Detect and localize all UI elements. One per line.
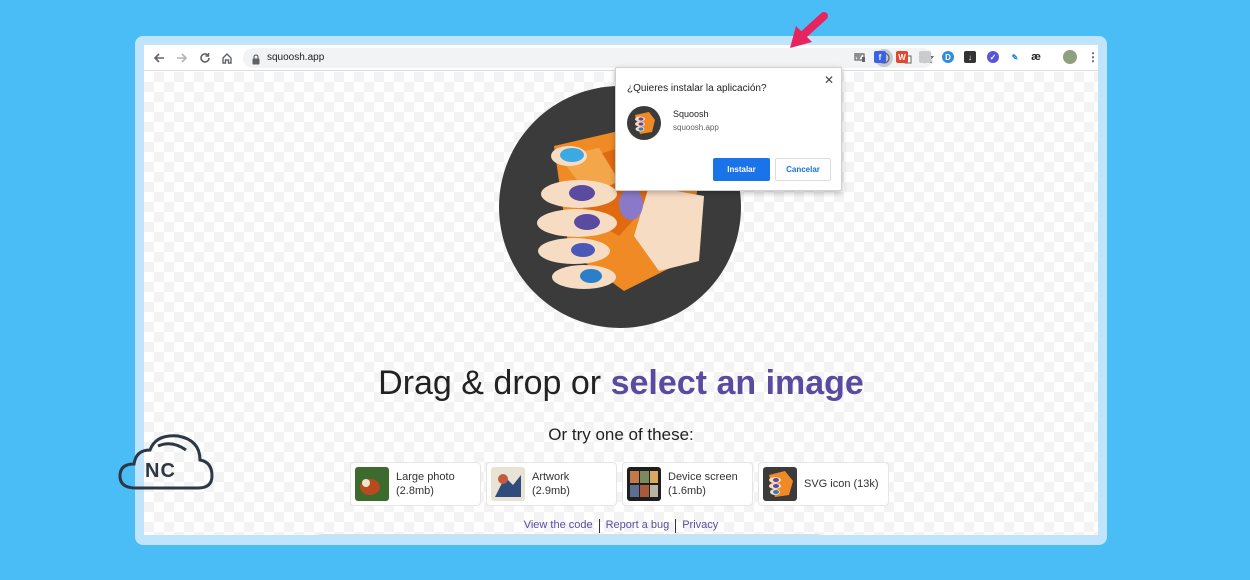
artwork-thumbnail xyxy=(491,467,525,501)
view-code-link[interactable]: View the code xyxy=(518,519,599,533)
install-app-dialog: ¿Quieres instalar la aplicación? ✕ Squoo… xyxy=(615,67,842,191)
sample-size: (2.8mb) xyxy=(396,485,434,497)
dialog-title: ¿Quieres instalar la aplicación? xyxy=(627,83,767,94)
device-screen-thumbnail xyxy=(627,467,661,501)
feather-extension-icon[interactable]: ✎ xyxy=(1009,51,1021,63)
extension-icon-5[interactable]: ↓ xyxy=(964,51,976,63)
sample-size: (2.9mb) xyxy=(532,485,570,497)
headline-text: Drag & drop or xyxy=(378,364,611,402)
vivaldi-extension-icon[interactable] xyxy=(852,51,864,63)
page-footer: View the code Report a bug Privacy xyxy=(144,519,1098,533)
sample-size: (1.6mb) xyxy=(668,485,706,497)
home-icon[interactable] xyxy=(219,50,235,66)
extension-icon-4[interactable]: D xyxy=(942,51,954,63)
back-icon[interactable] xyxy=(151,50,167,66)
nc-logo-text: NC xyxy=(145,460,176,482)
app-name: Squoosh xyxy=(673,109,709,119)
page-title: Drag & drop or select an image xyxy=(144,364,1098,403)
sample-device-screen[interactable]: Device screen (1.6mb) xyxy=(622,462,753,506)
sample-label: Device screen xyxy=(668,471,738,483)
svg-icon-thumbnail xyxy=(763,467,797,501)
avatar[interactable] xyxy=(1063,50,1077,64)
sample-label: Artwork xyxy=(532,471,570,483)
lock-icon xyxy=(252,52,260,70)
menu-kebab-icon[interactable]: ⋮ xyxy=(1087,50,1098,64)
sample-label: Large photo xyxy=(396,471,455,483)
pointer-arrow-icon xyxy=(790,12,828,48)
privacy-link[interactable]: Privacy xyxy=(676,519,724,533)
close-icon[interactable]: ✕ xyxy=(824,73,834,87)
sample-images: Large photo (2.8mb) Artwork (2.9mb) Device… xyxy=(350,462,889,506)
sample-large-photo[interactable]: Large photo (2.8mb) xyxy=(350,462,481,506)
cancel-button[interactable]: Cancelar xyxy=(775,158,831,181)
extension-icon-6[interactable]: ✓ xyxy=(987,51,999,63)
sample-label: SVG icon (13k) xyxy=(804,478,879,490)
forward-icon[interactable] xyxy=(174,50,190,66)
reload-icon[interactable] xyxy=(197,50,213,66)
select-image-link[interactable]: select an image xyxy=(611,364,864,402)
squoosh-app-icon xyxy=(627,106,661,140)
app-url: squoosh.app xyxy=(673,123,719,132)
install-button[interactable]: Instalar xyxy=(713,158,770,181)
sample-svg-icon[interactable]: SVG icon (13k) xyxy=(758,462,889,506)
extension-icon-2[interactable]: W xyxy=(896,51,908,63)
extension-icon-3[interactable] xyxy=(919,51,931,63)
report-bug-link[interactable]: Report a bug xyxy=(600,519,676,533)
url-text: squoosh.app xyxy=(267,52,325,63)
sample-artwork[interactable]: Artwork (2.9mb) xyxy=(486,462,617,506)
large-photo-thumbnail xyxy=(355,467,389,501)
extension-icon-1[interactable]: f xyxy=(874,51,886,63)
samples-heading: Or try one of these: xyxy=(548,425,694,444)
scroll-indicator xyxy=(319,534,819,535)
ae-extension-icon[interactable]: æ xyxy=(1030,51,1042,63)
